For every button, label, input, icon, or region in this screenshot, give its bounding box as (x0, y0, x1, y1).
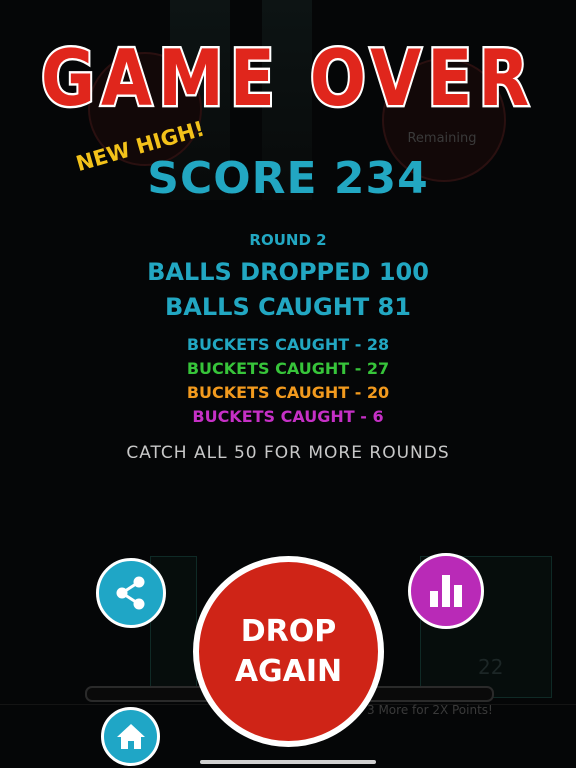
home-indicator-bar (200, 760, 376, 764)
game-over-title: GAME OVER (39, 31, 536, 127)
bucket-stat-purple: BUCKETS CAUGHT - 6 (192, 407, 384, 426)
balls-caught-text: BALLS CAUGHT 81 (165, 293, 411, 321)
background-remaining-label: Remaining (407, 131, 477, 146)
background-bonus-text: 3 More for 2X Points! (367, 703, 493, 717)
background-counter: 22 (478, 655, 504, 679)
bucket-stat-green: BUCKETS CAUGHT - 27 (186, 359, 390, 378)
share-button[interactable] (96, 558, 166, 628)
stats-button[interactable] (408, 553, 484, 629)
balls-dropped-text: BALLS DROPPED 100 (147, 258, 429, 286)
rounds-hint: CATCH ALL 50 FOR MORE ROUNDS (126, 443, 450, 463)
home-button[interactable] (101, 707, 160, 766)
bucket-stat-orange: BUCKETS CAUGHT - 20 (186, 383, 390, 402)
share-icon (116, 576, 145, 610)
bar-chart-icon (430, 575, 462, 607)
home-icon (116, 723, 145, 749)
round-label: ROUND 2 (249, 231, 327, 249)
drop-again-label: DROP AGAIN (234, 613, 343, 689)
bucket-stat-blue: BUCKETS CAUGHT - 28 (186, 335, 390, 354)
drop-again-button[interactable]: DROP AGAIN (193, 556, 384, 747)
